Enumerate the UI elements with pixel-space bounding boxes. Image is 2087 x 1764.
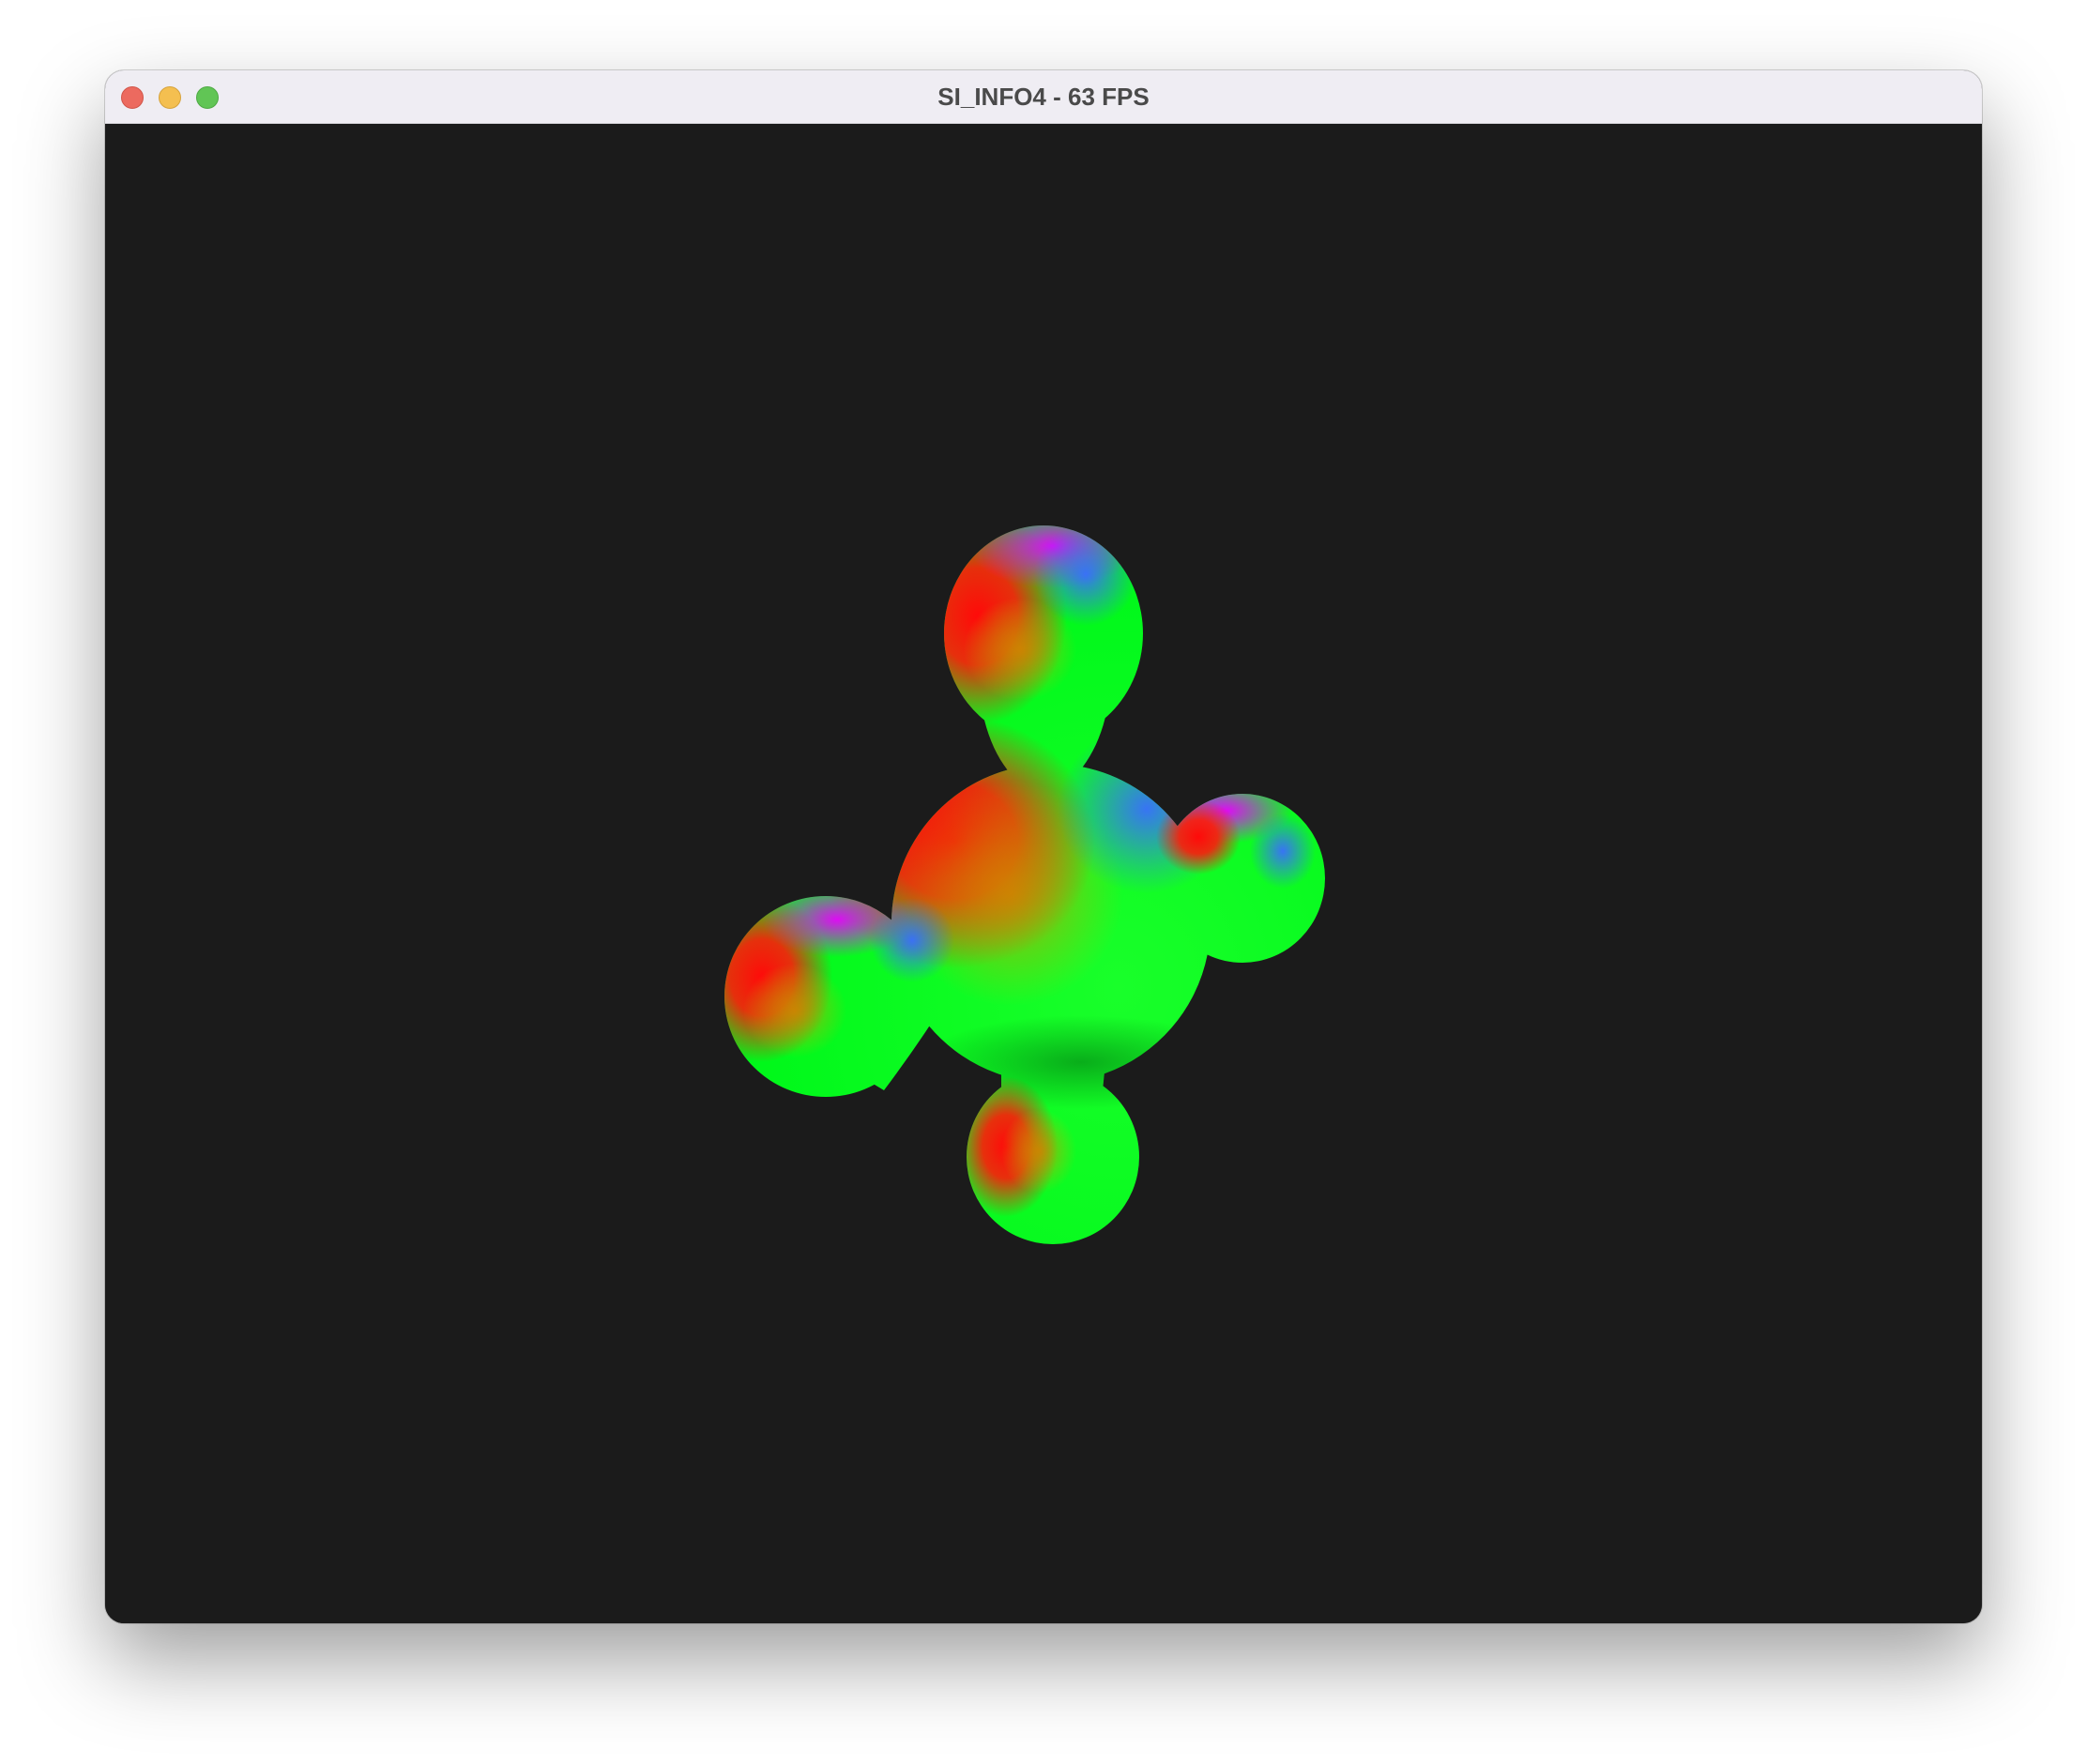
render-viewport[interactable] [105, 124, 1982, 1623]
molecule-shape [724, 525, 1325, 1244]
app-window: SI_INFO4 - 63 FPS [105, 70, 1982, 1623]
title-bar[interactable]: SI_INFO4 - 63 FPS [105, 70, 1982, 124]
desktop: SI_INFO4 - 63 FPS [0, 0, 2087, 1764]
window-title: SI_INFO4 - 63 FPS [937, 83, 1150, 111]
metaball-scene [724, 525, 1325, 1244]
